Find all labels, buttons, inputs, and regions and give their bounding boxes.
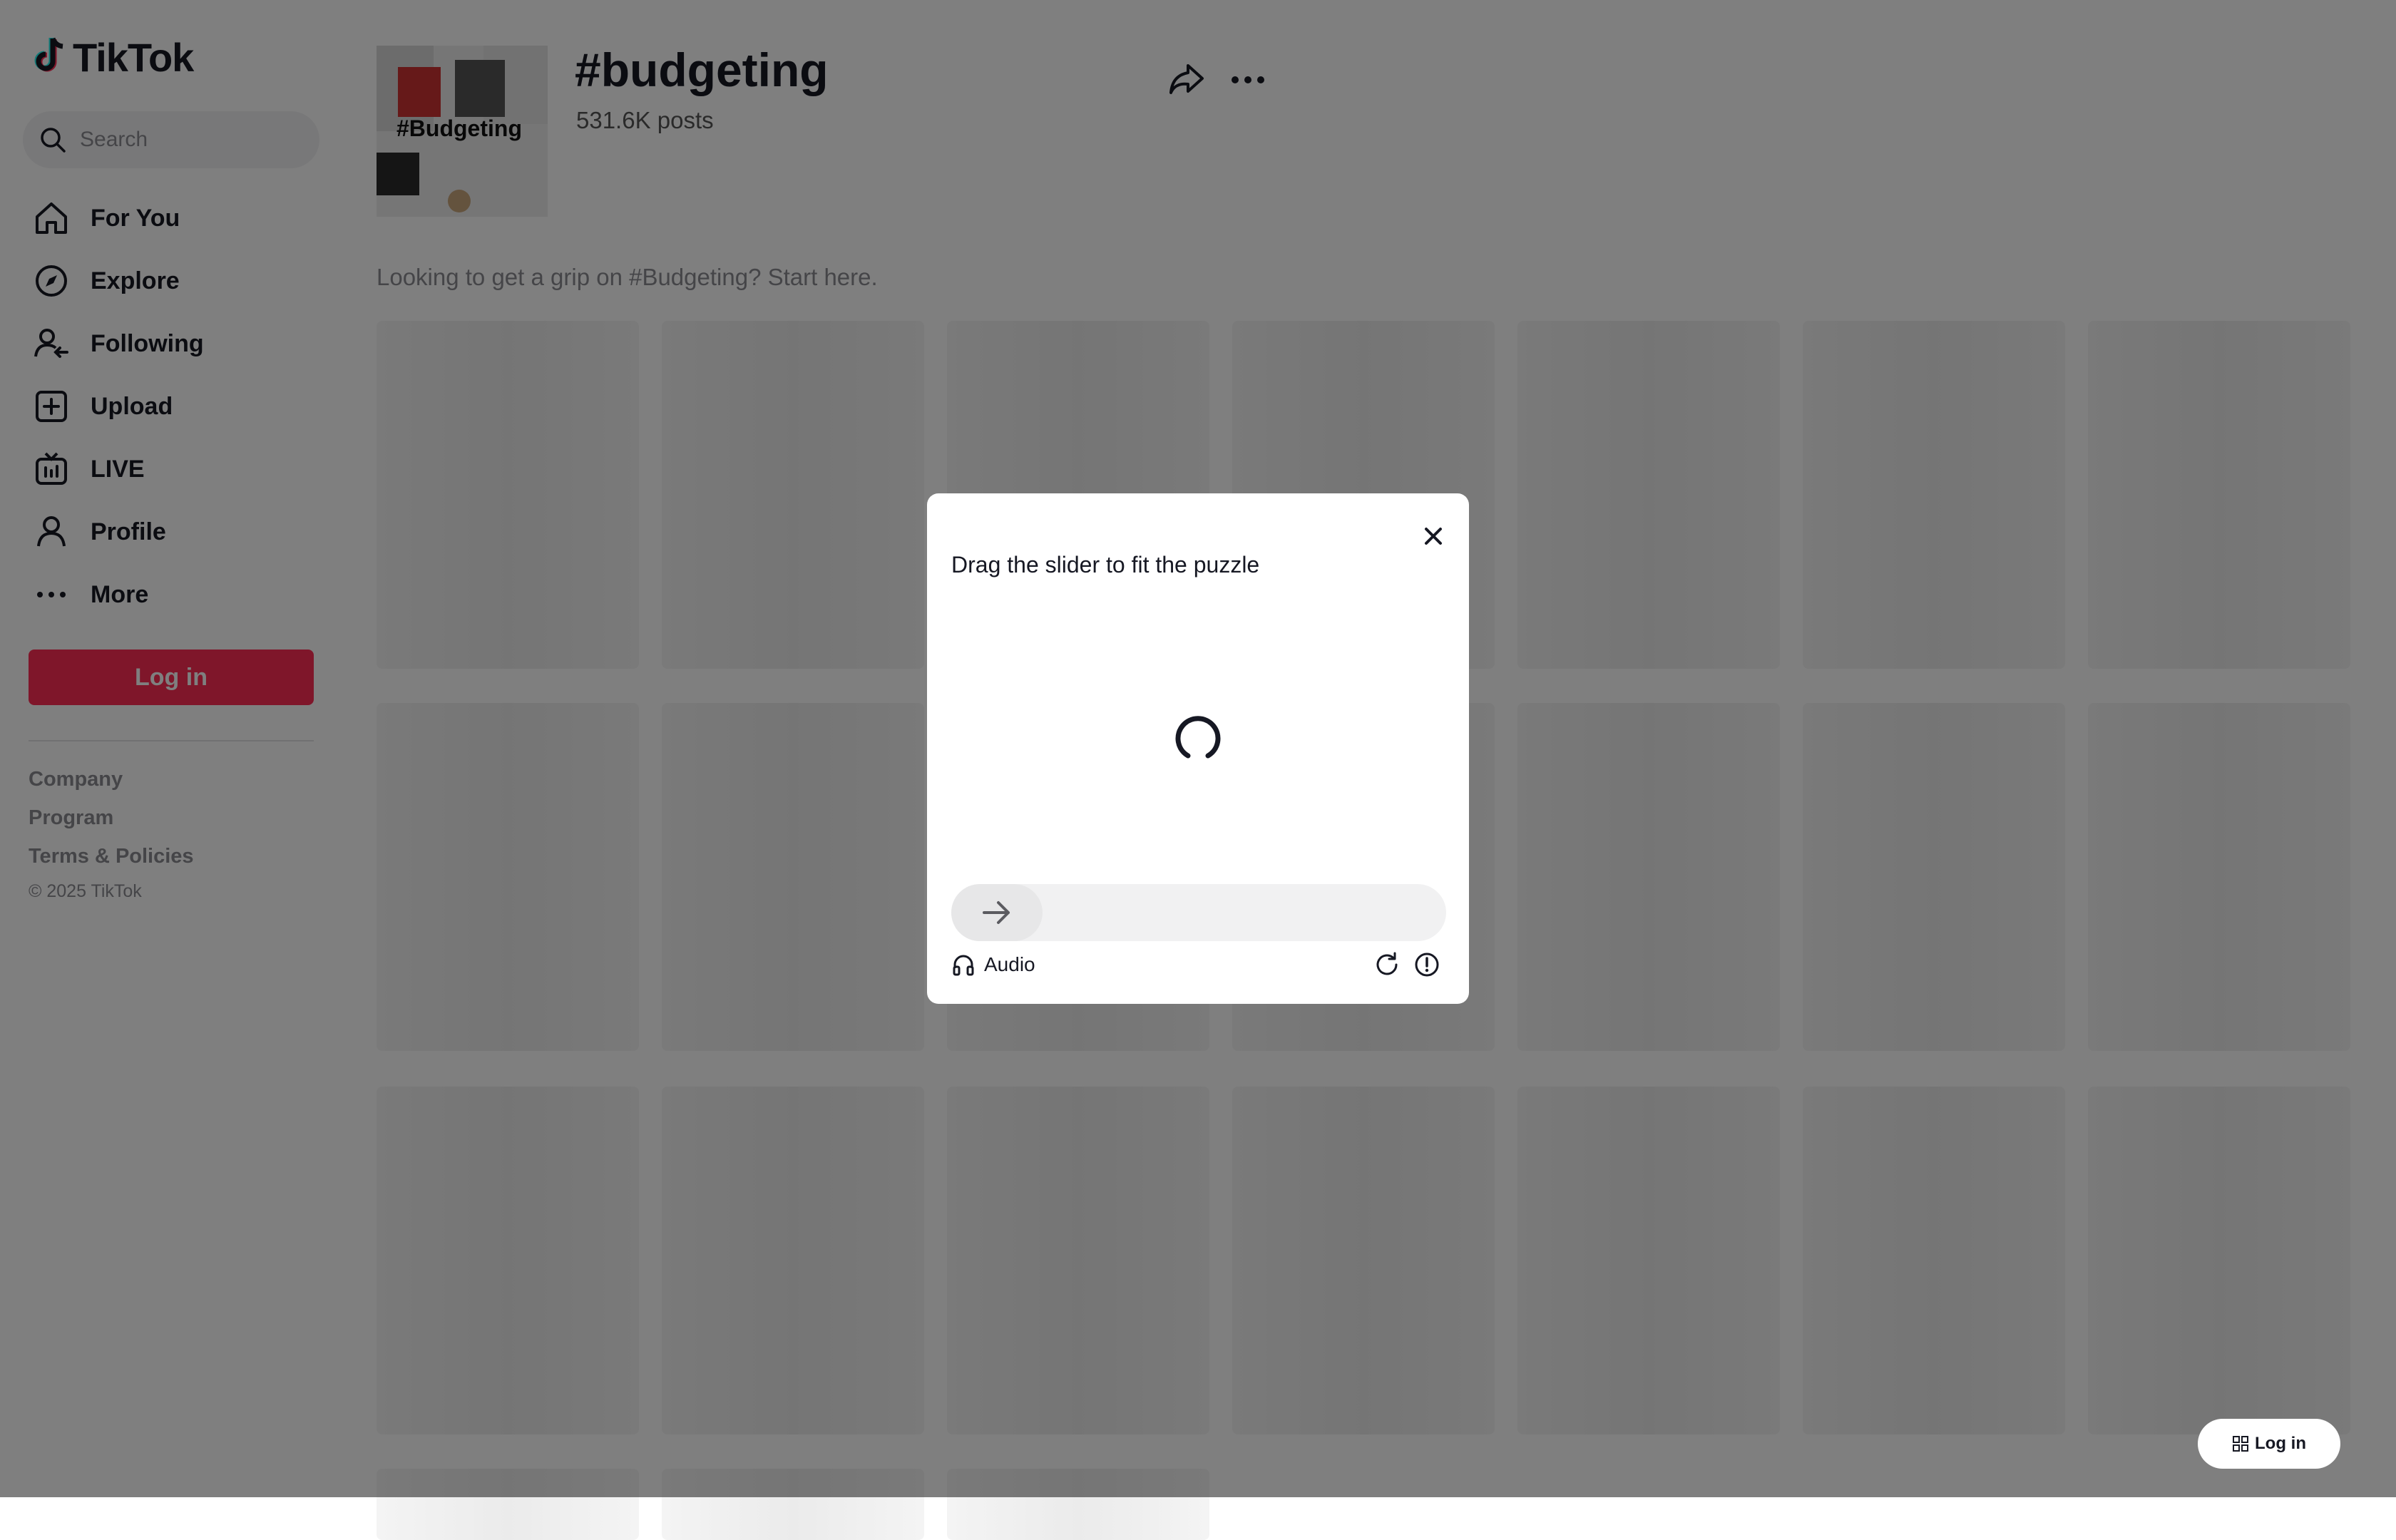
- slider-handle[interactable]: [951, 884, 1043, 941]
- close-icon: [1425, 528, 1442, 545]
- audio-label: Audio: [984, 953, 1035, 975]
- puzzle-slider-track[interactable]: [951, 884, 1446, 941]
- captcha-modal: Drag the slider to fit the puzzle Audio: [927, 493, 1469, 1004]
- report-button[interactable]: [1413, 951, 1440, 982]
- headphones-icon: [953, 955, 974, 976]
- floating-login-label: Log in: [2255, 1434, 2306, 1453]
- audio-button[interactable]: Audio: [951, 953, 1035, 977]
- refresh-button[interactable]: [1373, 951, 1401, 982]
- loading-spinner-icon: [1172, 712, 1224, 766]
- captcha-title: Drag the slider to fit the puzzle: [951, 552, 1260, 578]
- close-button[interactable]: [1416, 519, 1450, 553]
- grid-icon: [2233, 1436, 2248, 1452]
- floating-login-button[interactable]: Log in: [2198, 1419, 2340, 1469]
- info-icon: [1415, 953, 1439, 977]
- refresh-icon: [1376, 952, 1398, 975]
- arrow-right-icon: [983, 901, 1010, 924]
